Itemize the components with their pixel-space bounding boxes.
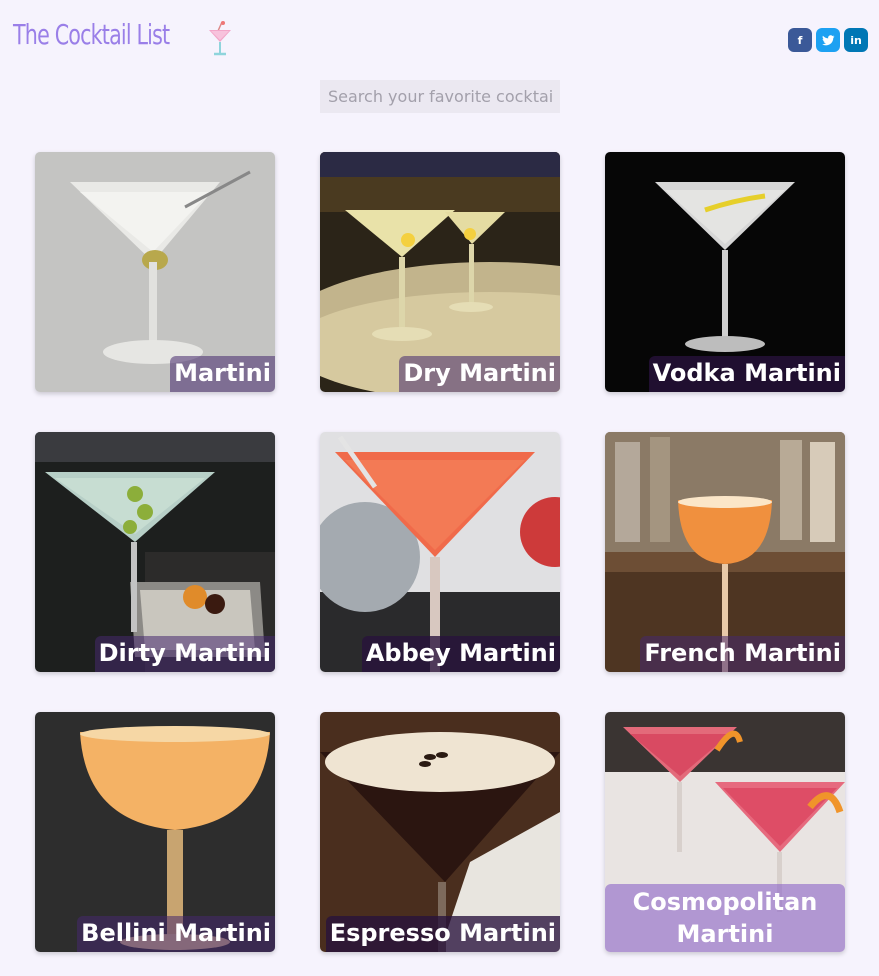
martini-glass-icon bbox=[209, 21, 231, 56]
social-links: f in bbox=[788, 28, 868, 52]
cocktail-card[interactable]: Cosmopolitan Martini bbox=[605, 712, 845, 952]
facebook-icon[interactable]: f bbox=[788, 28, 812, 52]
logo[interactable]: The Cocktail List bbox=[13, 18, 204, 51]
cocktail-name: Dry Martini bbox=[399, 356, 560, 392]
twitter-icon[interactable] bbox=[816, 28, 840, 52]
search-input[interactable] bbox=[320, 80, 560, 113]
header: The Cocktail List f in bbox=[0, 0, 879, 80]
cocktail-name: Cosmopolitan Martini bbox=[605, 884, 845, 952]
cocktail-name: Dirty Martini bbox=[94, 636, 275, 672]
cocktail-name: French Martini bbox=[640, 636, 845, 672]
cocktail-grid: Martini Dry Martini Vodka Martini Dirty … bbox=[35, 152, 845, 952]
cocktail-card[interactable]: Abbey Martini bbox=[320, 432, 560, 672]
cocktail-card[interactable]: Vodka Martini bbox=[605, 152, 845, 392]
cocktail-name: Abbey Martini bbox=[361, 636, 560, 672]
cocktail-name: Martini bbox=[170, 356, 275, 392]
cocktail-card[interactable]: French Martini bbox=[605, 432, 845, 672]
cocktail-card[interactable]: Dry Martini bbox=[320, 152, 560, 392]
cocktail-card[interactable]: Dirty Martini bbox=[35, 432, 275, 672]
cocktail-card[interactable]: Martini bbox=[35, 152, 275, 392]
linkedin-icon[interactable]: in bbox=[844, 28, 868, 52]
cocktail-name: Espresso Martini bbox=[325, 916, 560, 952]
cocktail-card[interactable]: Bellini Martini bbox=[35, 712, 275, 952]
site-title: The Cocktail List bbox=[13, 18, 170, 51]
cocktail-name: Bellini Martini bbox=[77, 916, 275, 952]
cocktail-name: Vodka Martini bbox=[648, 356, 845, 392]
cocktail-card[interactable]: Espresso Martini bbox=[320, 712, 560, 952]
